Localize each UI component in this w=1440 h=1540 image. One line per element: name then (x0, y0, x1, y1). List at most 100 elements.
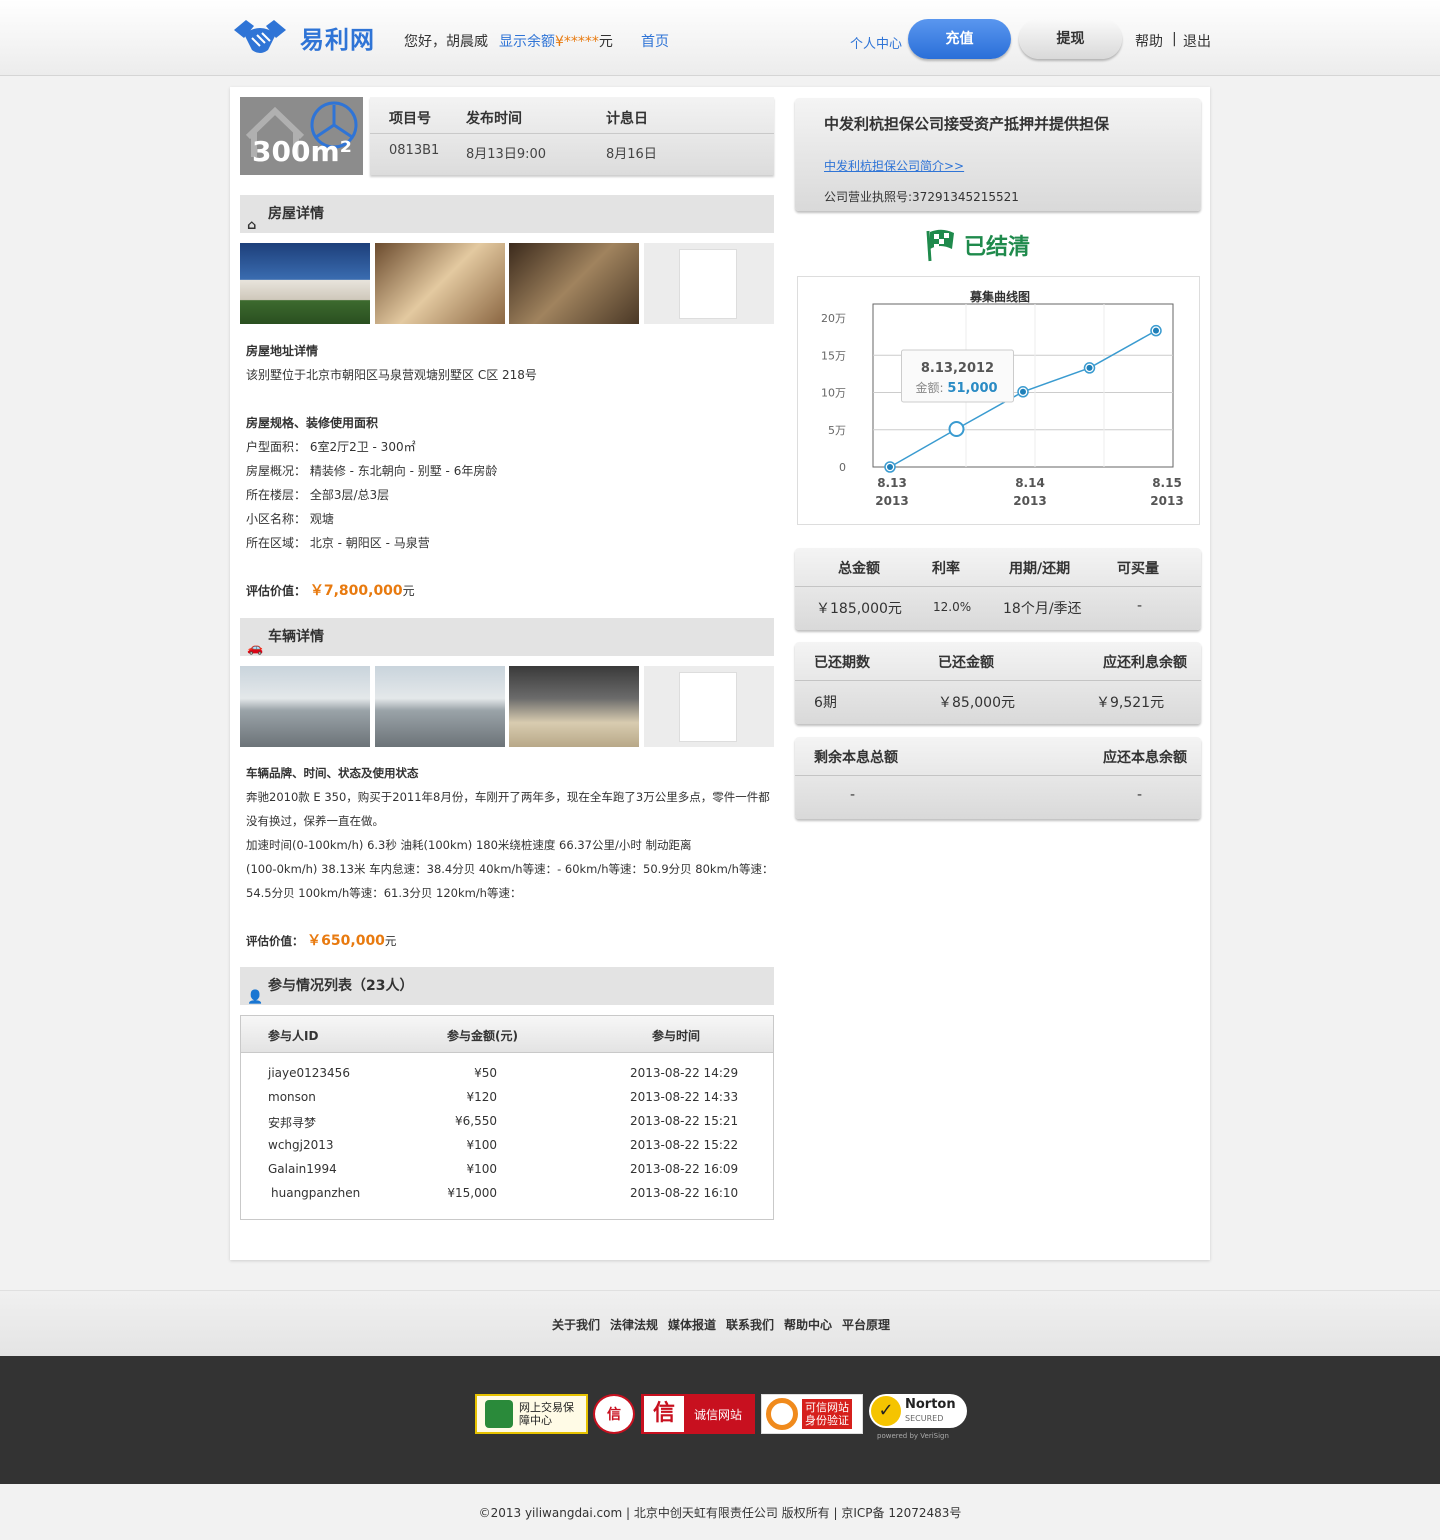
x-tick-label: 2013 (1150, 494, 1183, 508)
remaining-box: 剩余本息总额 应还本息余额 - - (795, 737, 1201, 819)
house-photo-bedroom[interactable] (375, 243, 505, 324)
show-balance-link[interactable]: 显示余额¥*****元 (499, 31, 613, 51)
col-participant-id: 参与人ID (268, 1029, 319, 1043)
participant-amount: ¥100 (466, 1138, 497, 1152)
balance-unit: 元 (598, 34, 613, 50)
spec-item: 房屋概况： 精装修 - 东北朝向 - 别墅 - 6年房龄 (246, 464, 498, 478)
interest-balance-header: 应还利息余额 (1103, 655, 1187, 671)
paid-periods-header: 已还期数 (814, 655, 870, 671)
remaining-total-value: - (850, 787, 856, 803)
participant-time: 2013-08-22 16:10 (630, 1186, 739, 1200)
table-row: Galain1994 ¥100 2013-08-22 16:09 (241, 1162, 775, 1186)
user-center-link[interactable]: 个人中心 (850, 33, 902, 52)
term-header: 用期/还期 (1009, 561, 1071, 577)
principal-balance-value: - (1137, 787, 1143, 803)
data-point-highlight (948, 421, 965, 438)
funding-chart: 募集曲线图 20万 15万 10万 5万 0 8.13 2013 8.14 2013 8.15 20… (797, 276, 1200, 525)
table-header: 参与人ID 参与金额(元) 参与时间 (241, 1016, 773, 1053)
car-value-unit: 元 (384, 934, 397, 948)
project-thumbnail: 300m² (240, 97, 363, 175)
car-document-photo[interactable] (644, 666, 774, 747)
help-link[interactable]: 帮助 (1135, 31, 1163, 51)
project-id-header: 项目号 (389, 111, 431, 127)
chart-title: 募集曲线图 (969, 289, 1030, 304)
tooltip-value: 51,000 (947, 381, 997, 396)
participants-section-header: 👤 参与情况列表（23人） (240, 967, 774, 1005)
participant-id: 安邦寻梦 (268, 1116, 317, 1130)
area-label: 300m² (252, 135, 352, 168)
data-point-inner (1153, 327, 1159, 334)
loan-summary-box: 总金额 利率 用期/还期 可买量 ￥185,000元 12.0% 18个月/季还… (795, 548, 1201, 630)
settled-status-text: 已结清 (964, 235, 1031, 260)
car-icon: 🚗 (247, 641, 264, 656)
interest-balance-value: ￥9,521元 (1096, 695, 1165, 711)
participant-id: monson (268, 1090, 316, 1104)
y-tick-label: 5万 (828, 424, 846, 437)
table-row: wchgj2013 ¥100 2013-08-22 15:22 (241, 1138, 775, 1162)
car-line: 没有换过，保养一直在做。 (246, 814, 384, 828)
paid-periods-value: 6期 (814, 695, 837, 711)
car-photos (240, 666, 774, 747)
document-thumbnail (679, 672, 737, 742)
house-value: ￥7,800,000 (309, 583, 403, 599)
house-photo-exterior[interactable] (240, 243, 370, 324)
recharge-button[interactable]: 充值 (908, 19, 1011, 59)
badge-label: 诚信网站 (694, 1407, 743, 1422)
participant-id: jiaye0123456 (268, 1066, 350, 1080)
publish-time-value: 8月13日9:00 (466, 147, 547, 162)
footer-link-principle[interactable]: 平台原理 (842, 1316, 890, 1333)
data-point-inner (1020, 388, 1026, 395)
norton-badge[interactable]: ✓ Norton SECURED powered by VeriSign (869, 1388, 967, 1440)
car-line: 加速时间(0-100km/h) 6.3秒 油耗(100km) 180米绕桩速度 … (246, 838, 692, 852)
car-value-label: 评估价值： (246, 934, 304, 948)
car-value: ￥650,000 (307, 933, 385, 949)
shield-icon (485, 1400, 513, 1428)
badge-label: 信 (607, 1407, 621, 1423)
top-header: 易利网 您好，胡晨威 显示余额¥*****元 首页 个人中心 充值 提现 帮助 … (0, 0, 1440, 76)
x-tick-label: 2013 (1013, 494, 1046, 508)
main-content: 300m² 项目号 发布时间 计息日 0813B1 8月13日9:00 8月16… (230, 87, 1210, 1260)
divider (795, 775, 1201, 776)
badge-sublabel: 身份验证 (805, 1414, 849, 1427)
trusted-site-badge[interactable]: 可信网站 身份验证 (761, 1394, 863, 1434)
home-icon: ⌂ (247, 218, 257, 233)
footer-link-help[interactable]: 帮助中心 (784, 1316, 832, 1333)
footer-link-law[interactable]: 法律法规 (610, 1316, 658, 1333)
house-section-title: 房屋详情 (268, 206, 324, 222)
principal-balance-header: 应还本息余额 (1103, 750, 1187, 766)
footer-link-about[interactable]: 关于我们 (552, 1316, 600, 1333)
settled-status: 已结清 (922, 227, 1030, 263)
home-link[interactable]: 首页 (641, 31, 669, 51)
participants-table: 参与人ID 参与金额(元) 参与时间 jiaye0123456 ¥50 2013… (240, 1015, 774, 1220)
spec-item: 所在区域： 北京 - 朝阳区 - 马泉营 (246, 536, 430, 550)
house-photo-room[interactable] (509, 243, 639, 324)
footer-link-media[interactable]: 媒体报道 (668, 1316, 716, 1333)
house-document-photo[interactable] (644, 243, 774, 324)
table-row: huangpanzhen ¥15,000 2013-08-22 16:10 (241, 1186, 775, 1210)
total-amount-header: 总金额 (838, 561, 880, 577)
person-icon: 👤 (247, 990, 264, 1005)
trade-protection-badge[interactable]: 网上交易保障中心 (475, 1394, 588, 1434)
participants-section-title: 参与情况列表（23人） (268, 978, 414, 994)
address-title: 房屋地址详情 (246, 344, 319, 358)
integrity-site-badge[interactable]: 信 诚信网站 (641, 1394, 755, 1434)
guarantee-intro-link[interactable]: 中发利杭担保公司简介>> (824, 157, 964, 174)
guarantee-title: 中发利杭担保公司接受资产抵押并提供担保 (824, 115, 1110, 133)
trust-seal-badge[interactable]: 信 (593, 1394, 635, 1434)
y-tick-label: 10万 (821, 387, 846, 400)
footer-link-contact[interactable]: 联系我们 (726, 1316, 774, 1333)
greeting: 您好，胡晨威 (404, 34, 488, 50)
divider (795, 586, 1201, 587)
nav-separator: | (1172, 31, 1177, 47)
footer-links-bar (0, 1290, 1440, 1356)
withdraw-button[interactable]: 提现 (1019, 19, 1122, 59)
car-photo-interior[interactable] (509, 666, 639, 747)
participant-time: 2013-08-22 14:33 (630, 1090, 739, 1104)
participant-time: 2013-08-22 14:29 (630, 1066, 739, 1080)
checkered-flag-icon (926, 229, 954, 262)
car-photo-front[interactable] (240, 666, 370, 747)
car-photo-rear[interactable] (375, 666, 505, 747)
site-logo[interactable]: 易利网 (230, 16, 375, 58)
logout-link[interactable]: 退出 (1183, 31, 1211, 51)
repayment-box: 已还期数 已还金额 应还利息余额 6期 ￥85,000元 ￥9,521元 (795, 642, 1201, 724)
